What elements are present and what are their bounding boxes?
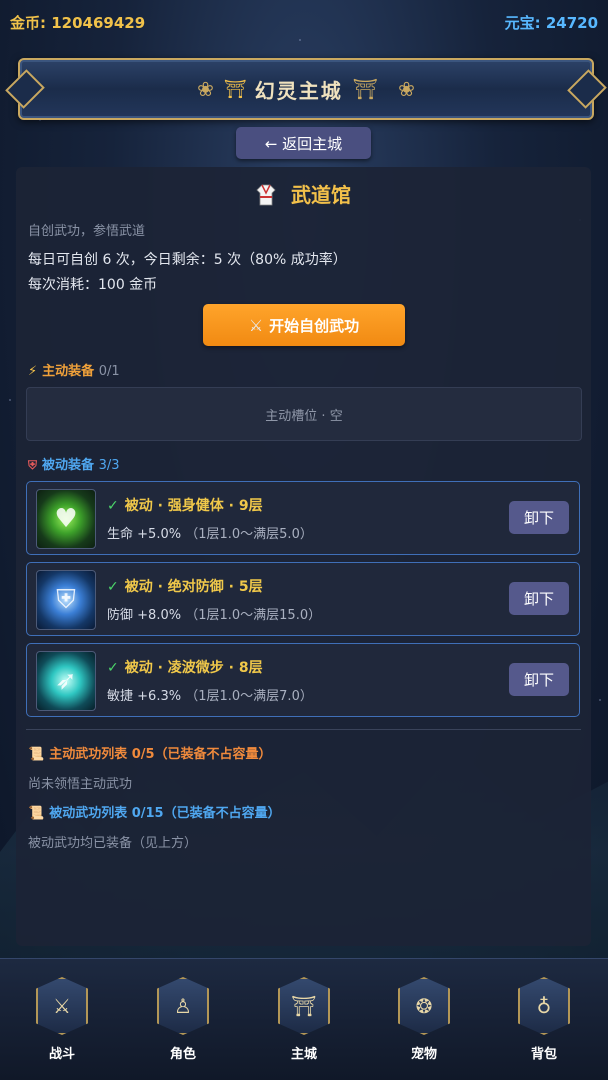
- skill-name: ✓ 被动 · 强身健体 · 9层: [107, 498, 263, 514]
- cloud-ornament-left-icon: ❀: [197, 77, 214, 101]
- active-slot-empty[interactable]: 主动槽位 · 空: [26, 387, 582, 441]
- shield-icon: ⛨: [36, 570, 96, 630]
- passive-equip-count: 3/3: [98, 458, 120, 473]
- passive-skill-card: ♥ ✓ 被动 · 强身健体 · 9层 生命 +5.0% （1层1.0～满层5.0）…: [26, 481, 580, 555]
- active-skill-list-empty: 尚未领悟主动武功: [28, 777, 133, 792]
- daily-attempts-info: 每日可自创 6 次，今日剩余：5 次（80% 成功率）: [28, 252, 347, 268]
- bag-icon: ♁: [518, 977, 570, 1035]
- robe-icon: [256, 184, 276, 206]
- nav-battle[interactable]: ⚔ 战斗: [22, 977, 102, 1073]
- passive-equip-label: 被动装备: [42, 458, 95, 473]
- runner-icon: ➶: [36, 651, 96, 711]
- nav-main-city[interactable]: ⛩ 主城: [264, 977, 344, 1073]
- active-skill-list-header: 📜 主动武功列表 0/5（已装备不占容量）: [28, 747, 272, 762]
- shield-small-icon: ⛨: [28, 458, 38, 472]
- paw-icon: ❂: [398, 977, 450, 1035]
- crossed-swords-icon: ⚔: [248, 315, 264, 335]
- city-title: 幻灵主城: [254, 78, 343, 103]
- check-icon: ✓: [107, 579, 119, 595]
- passive-skill-card: ⛨ ✓ 被动 · 绝对防御 · 5层 防御 +8.0% （1层1.0～满层15.0…: [26, 562, 580, 636]
- hall-subtitle: 自创武功，参悟武道: [28, 224, 146, 239]
- start-create-skill-button[interactable]: ⚔ 开始自创武功: [203, 304, 405, 346]
- bottom-navigation: ⚔ 战斗 ♙ 角色 ⛩ 主城 ❂ 宠物 ♁ 背包: [0, 958, 608, 1080]
- martial-hall-panel: 武道馆 自创武功，参悟武道 每日可自创 6 次，今日剩余：5 次（80% 成功率…: [16, 167, 591, 946]
- skill-effect: 敏捷 +6.3% （1层1.0～满层7.0）: [107, 689, 313, 704]
- lightning-icon: ⚡: [28, 364, 38, 379]
- section-divider: [26, 729, 581, 730]
- gem-counter: 元宝: 24720: [504, 14, 598, 32]
- passive-skill-card: ➶ ✓ 被动 · 凌波微步 · 8层 敏捷 +6.3% （1层1.0～满层7.0）…: [26, 643, 580, 717]
- passive-skill-list-header: 📜 被动武功列表 0/15（已装备不占容量）: [28, 806, 281, 821]
- active-equip-count: 0/1: [98, 364, 120, 379]
- create-button-label: 开始自创武功: [269, 316, 360, 335]
- nav-pet[interactable]: ❂ 宠物: [384, 977, 464, 1073]
- crossed-swords-icon: ⚔: [36, 977, 88, 1035]
- skill-effect: 防御 +8.0% （1层1.0～满层15.0）: [107, 608, 322, 623]
- pagoda-ornament-icon: ⛩: [352, 77, 379, 101]
- check-icon: ✓: [107, 660, 119, 676]
- gold-counter: 金币: 120469429: [10, 14, 146, 32]
- nav-character[interactable]: ♙ 角色: [143, 977, 223, 1073]
- passive-equip-header: ⛨ 被动装备 3/3: [28, 454, 119, 473]
- hall-title-text: 武道馆: [290, 183, 351, 207]
- character-icon: ♙: [157, 977, 209, 1035]
- back-to-city-button[interactable]: ← 返回主城: [236, 127, 371, 159]
- active-equip-header: ⚡ 主动装备 0/1: [28, 360, 120, 379]
- unequip-button[interactable]: 卸下: [509, 501, 569, 534]
- currency-bar: 金币: 120469429 元宝: 24720: [0, 0, 608, 44]
- pagoda-icon: ⛩: [278, 977, 330, 1035]
- scroll-icon: 📜: [28, 806, 45, 821]
- nav-bag[interactable]: ♁ 背包: [504, 977, 584, 1073]
- cost-info: 每次消耗：100 金币: [28, 277, 158, 293]
- skill-name: ✓ 被动 · 凌波微步 · 8层: [107, 660, 263, 676]
- city-title-banner: ❀ ⛩ 幻灵主城 ⛩ ❀: [18, 58, 594, 120]
- skill-effect: 生命 +5.0% （1层1.0～满层5.0）: [107, 527, 313, 542]
- scroll-icon: 📜: [28, 747, 45, 762]
- unequip-button[interactable]: 卸下: [509, 663, 569, 696]
- passive-skill-list-note: 被动武功均已装备（见上方）: [28, 836, 198, 851]
- check-icon: ✓: [107, 498, 119, 514]
- unequip-button[interactable]: 卸下: [509, 582, 569, 615]
- active-equip-label: 主动装备: [42, 364, 95, 379]
- cloud-ornament-right-icon: ❀: [398, 77, 415, 101]
- hall-title: 武道馆: [16, 179, 591, 208]
- heart-icon: ♥: [36, 489, 96, 549]
- skill-name: ✓ 被动 · 绝对防御 · 5层: [107, 579, 263, 595]
- palace-icon: ⛩: [223, 78, 247, 100]
